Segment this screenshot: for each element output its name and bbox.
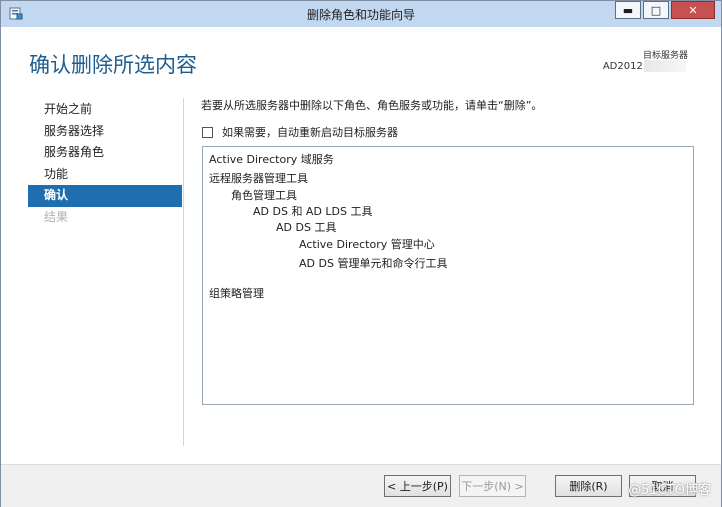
restart-checkbox-label[interactable]: 如果需要，自动重新启动目标服务器 (222, 124, 398, 140)
restart-option[interactable]: 如果需要，自动重新启动目标服务器 (202, 124, 398, 140)
nav-item-server-selection[interactable]: 服务器选择 (28, 121, 182, 143)
maximize-button[interactable]: □ (643, 1, 669, 19)
list-item: 远程服务器管理工具 (209, 172, 308, 185)
wizard-nav: 开始之前 服务器选择 服务器角色 功能 确认 结果 (28, 99, 182, 228)
instruction-text: 若要从所选服务器中删除以下角色、角色服务或功能，请单击“删除”。 (201, 99, 543, 112)
wizard-footer: < 上一步(P) 下一步(N) > 删除(R) 取消 (1, 464, 721, 507)
page-title: 确认删除所选内容 (29, 53, 197, 77)
nav-item-confirmation[interactable]: 确认 (28, 185, 182, 207)
close-button[interactable]: ✕ (671, 1, 715, 19)
watermark: @51CTO博客 (628, 483, 711, 498)
list-item: 角色管理工具 (231, 189, 297, 202)
redacted-server-suffix (644, 60, 686, 72)
previous-button[interactable]: < 上一步(P) (384, 475, 451, 497)
list-item: Active Directory 域服务 (209, 153, 334, 166)
minimize-button[interactable]: ▬ (615, 1, 641, 19)
remove-button[interactable]: 删除(R) (555, 475, 622, 497)
next-button: 下一步(N) > (459, 475, 526, 497)
removal-list[interactable]: Active Directory 域服务 远程服务器管理工具 角色管理工具 AD… (202, 146, 694, 405)
wizard-window: 删除角色和功能向导 ▬ □ ✕ 确认删除所选内容 目标服务器 AD2012. 开… (0, 0, 722, 507)
window-controls: ▬ □ ✕ (613, 1, 715, 19)
nav-item-before-you-begin[interactable]: 开始之前 (28, 99, 182, 121)
title-bar[interactable]: 删除角色和功能向导 ▬ □ ✕ (1, 1, 721, 27)
list-item: AD DS 工具 (276, 221, 337, 234)
list-item: Active Directory 管理中心 (299, 238, 435, 251)
nav-divider (183, 98, 184, 446)
wizard-header: 确认删除所选内容 目标服务器 AD2012. (1, 27, 721, 85)
content-area: 若要从所选服务器中删除以下角色、角色服务或功能，请单击“删除”。 如果需要，自动… (201, 97, 543, 139)
list-item: AD DS 管理单元和命令行工具 (299, 257, 448, 270)
list-item: AD DS 和 AD LDS 工具 (253, 205, 373, 218)
nav-item-results: 结果 (44, 209, 69, 224)
restart-checkbox[interactable] (202, 126, 213, 138)
target-server-name: AD2012. (602, 61, 646, 72)
nav-item-server-roles[interactable]: 服务器角色 (28, 142, 182, 164)
list-item: 组策略管理 (209, 287, 264, 300)
nav-item-features[interactable]: 功能 (28, 164, 182, 186)
